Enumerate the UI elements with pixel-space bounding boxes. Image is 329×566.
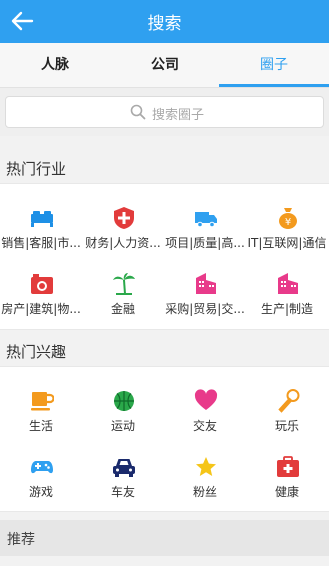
industry-label: 生产|制造 bbox=[260, 302, 314, 316]
truck-icon bbox=[195, 212, 217, 228]
industry-item[interactable]: 生产|制造 bbox=[246, 260, 328, 322]
interest-item[interactable]: 车友 bbox=[82, 443, 164, 505]
shield-cross-icon bbox=[114, 207, 134, 229]
interest-item[interactable]: 游戏 bbox=[0, 443, 82, 505]
hot-industry-header: 热门行业 bbox=[0, 153, 329, 183]
industry-label: 采购|贸易|交... bbox=[165, 302, 245, 316]
tab-company[interactable]: 公司 bbox=[110, 43, 220, 88]
interest-item[interactable]: 运动 bbox=[82, 377, 164, 439]
interest-item[interactable]: 交友 bbox=[164, 377, 246, 439]
search-icon bbox=[130, 104, 146, 120]
car-icon bbox=[113, 459, 135, 477]
camera-icon bbox=[31, 274, 53, 294]
top-bar: 搜索 bbox=[0, 0, 329, 43]
interest-label: 生活 bbox=[28, 419, 53, 433]
money-bag-icon: ¥ bbox=[279, 208, 297, 229]
interest-label: 粉丝 bbox=[192, 485, 217, 499]
interest-label: 健康 bbox=[274, 485, 299, 499]
tab-bar: 人脉 公司 圈子 bbox=[0, 43, 329, 88]
svg-text:¥: ¥ bbox=[285, 217, 291, 228]
section-title: 热门行业 bbox=[6, 160, 67, 178]
first-aid-icon bbox=[277, 456, 299, 477]
industry-item[interactable]: 金融 bbox=[82, 260, 164, 322]
gamepad-icon bbox=[31, 461, 53, 474]
interest-label: 运动 bbox=[110, 419, 135, 433]
interest-item[interactable]: 健康 bbox=[246, 443, 328, 505]
recommend-header: 推荐 bbox=[0, 520, 329, 556]
industry-label: IT|互联网|通信 bbox=[247, 236, 327, 250]
industry-label: 房产|建筑|物... bbox=[1, 302, 81, 316]
tab-circle[interactable]: 圈子 bbox=[219, 43, 329, 88]
industry-item[interactable]: 财务|人力资... bbox=[82, 194, 164, 256]
interest-label: 游戏 bbox=[28, 485, 53, 499]
industry-item[interactable]: 房产|建筑|物... bbox=[0, 260, 82, 322]
section-title: 推荐 bbox=[7, 532, 35, 548]
section-title: 热门兴趣 bbox=[6, 343, 67, 361]
hot-industry-grid: 销售|客服|市... 财务|人力资... 项目|质量|高... ¥ IT|互联网… bbox=[0, 183, 329, 330]
interest-item[interactable]: 玩乐 bbox=[246, 377, 328, 439]
interest-label: 玩乐 bbox=[274, 419, 299, 433]
industry-item[interactable]: 项目|质量|高... bbox=[164, 194, 246, 256]
interest-label: 交友 bbox=[192, 419, 217, 433]
tab-people[interactable]: 人脉 bbox=[0, 43, 110, 88]
cup-icon bbox=[31, 392, 54, 411]
industry-item[interactable]: ¥ IT|互联网|通信 bbox=[246, 194, 328, 256]
industry-label: 金融 bbox=[110, 302, 135, 316]
heart-icon bbox=[194, 389, 218, 410]
search-input[interactable]: 搜索圈子 bbox=[5, 96, 324, 128]
basketball-icon bbox=[114, 391, 134, 411]
interest-item[interactable]: 生活 bbox=[0, 377, 82, 439]
industry-label: 财务|人力资... bbox=[85, 236, 161, 250]
hot-interest-grid: 生活 运动 交友 玩乐 游戏 车友 粉丝 健康 bbox=[0, 366, 329, 512]
page-title: 搜索 bbox=[147, 14, 182, 34]
interest-item[interactable]: 粉丝 bbox=[164, 443, 246, 505]
industry-item[interactable]: 采购|贸易|交... bbox=[164, 260, 246, 322]
interest-label: 车友 bbox=[110, 485, 135, 499]
search-area: 搜索圈子 bbox=[0, 88, 329, 136]
palm-tree-icon bbox=[113, 273, 135, 295]
hot-interest-header: 热门兴趣 bbox=[0, 336, 329, 366]
industry-item[interactable]: 销售|客服|市... bbox=[0, 194, 82, 256]
industry-label: 销售|客服|市... bbox=[1, 236, 81, 250]
factory-icon bbox=[278, 273, 298, 294]
industry-label: 项目|质量|高... bbox=[165, 236, 245, 250]
microphone-icon bbox=[278, 389, 300, 413]
star-icon bbox=[196, 457, 216, 476]
bed-icon bbox=[31, 211, 53, 227]
search-placeholder: 搜索圈子 bbox=[152, 108, 205, 123]
buildings-icon bbox=[196, 273, 216, 294]
active-tab-indicator bbox=[219, 84, 329, 87]
